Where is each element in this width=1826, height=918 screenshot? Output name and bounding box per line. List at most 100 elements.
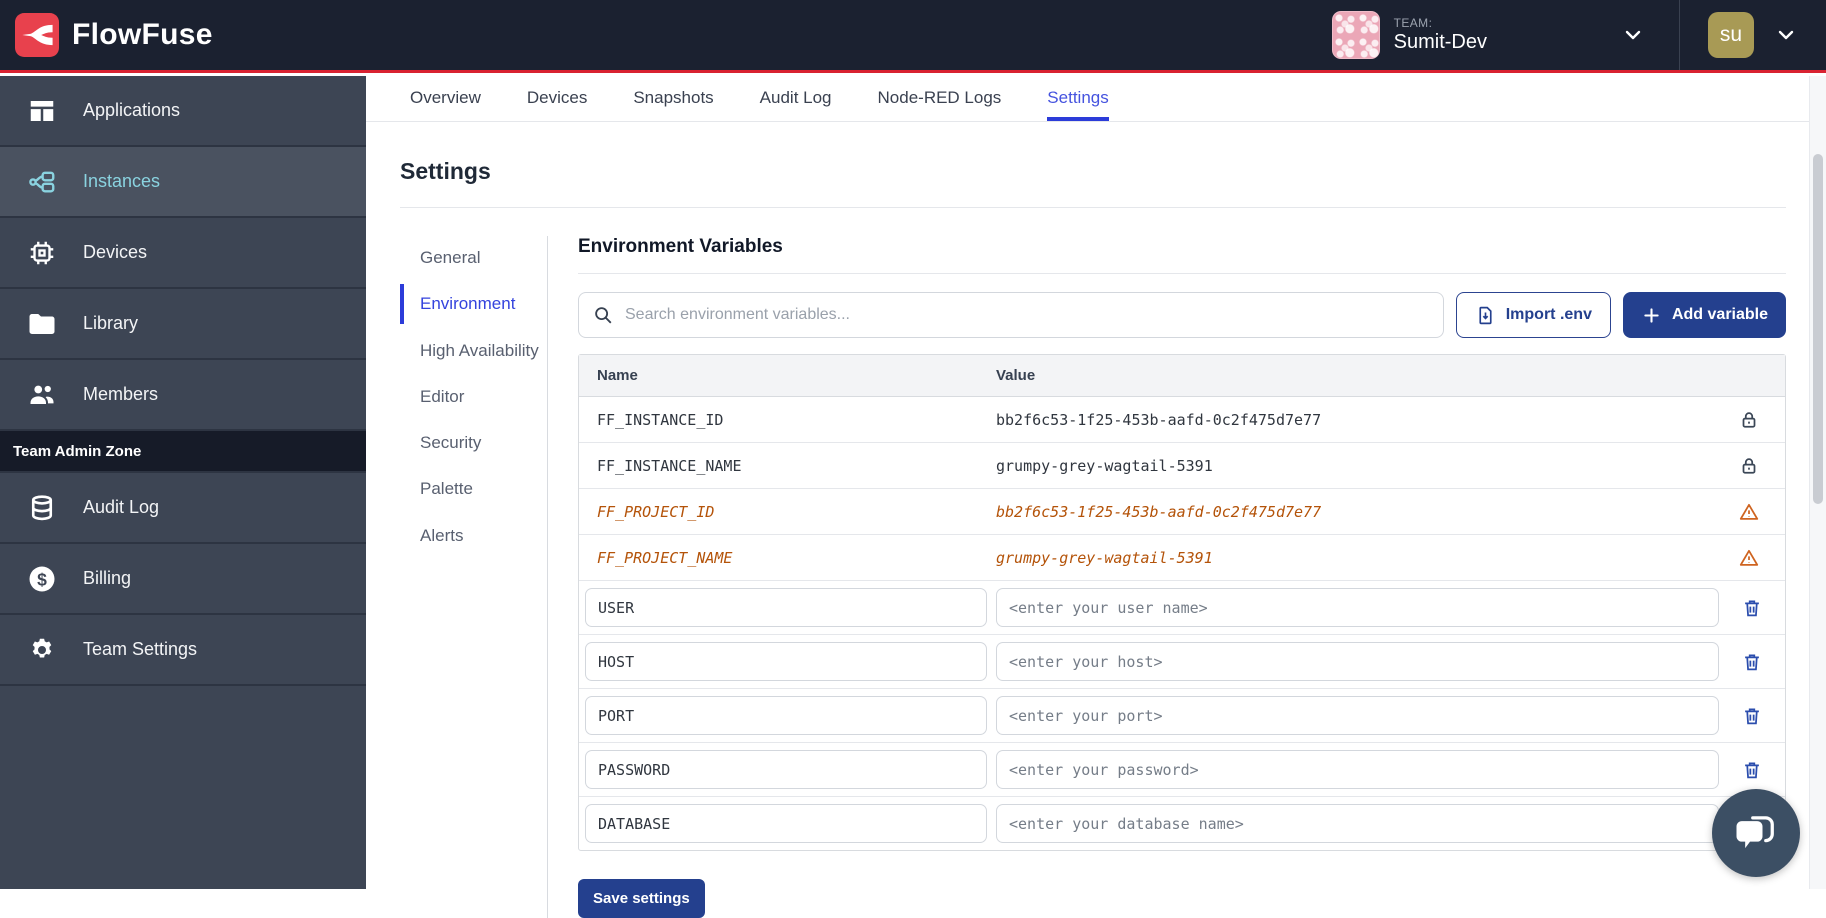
save-settings-button[interactable]: Save settings — [578, 879, 705, 918]
library-icon — [27, 309, 57, 339]
sidebar-item-label: Audit Log — [83, 497, 159, 518]
sidebar-item-devices[interactable]: Devices — [0, 218, 366, 289]
row-status-cell — [1713, 455, 1785, 477]
column-header-name: Name — [579, 367, 996, 384]
row-action-cell — [1719, 759, 1785, 781]
row-action-cell — [1719, 597, 1785, 619]
team-selector[interactable]: TEAM: Sumit-Dev — [1308, 0, 1679, 70]
env-var-row-password — [579, 743, 1785, 797]
env-var-row-ff-instance-id: FF_INSTANCE_IDbb2f6c53-1f25-453b-aafd-0c… — [579, 397, 1785, 443]
add-variable-label: Add variable — [1672, 306, 1768, 324]
column-header-value: Value — [996, 367, 1713, 384]
env-var-row-ff-project-name: FF_PROJECT_NAMEgrumpy-grey-wagtail-5391 — [579, 535, 1785, 581]
warning-icon — [1738, 501, 1760, 523]
main-content: Overview Devices Snapshots Audit Log Node-RE… — [366, 76, 1826, 889]
sidebar-item-instances[interactable]: Instances — [0, 147, 366, 218]
instances-icon — [27, 167, 57, 197]
delete-variable-button[interactable] — [1741, 759, 1763, 781]
team-avatar — [1332, 11, 1380, 59]
env-var-row-host — [579, 635, 1785, 689]
page-scrollbar[interactable] — [1809, 76, 1826, 889]
env-value-input[interactable] — [996, 750, 1719, 789]
plus-icon — [1641, 305, 1662, 326]
user-menu[interactable]: su — [1680, 0, 1826, 70]
search-box — [578, 292, 1444, 338]
settings-nav-alerts[interactable]: Alerts — [400, 516, 547, 555]
warning-icon — [1738, 547, 1760, 569]
settings-nav-security[interactable]: Security — [400, 423, 547, 462]
sidebar-item-applications[interactable]: Applications — [0, 76, 366, 147]
delete-variable-button[interactable] — [1741, 705, 1763, 727]
sidebar-section-team-admin-zone: Team Admin Zone — [0, 431, 366, 473]
instance-tabbar: Overview Devices Snapshots Audit Log Node-RE… — [366, 76, 1826, 122]
env-var-row-ff-instance-name: FF_INSTANCE_NAMEgrumpy-grey-wagtail-5391 — [579, 443, 1785, 489]
tab-overview[interactable]: Overview — [410, 76, 481, 121]
env-name-input[interactable] — [585, 750, 987, 789]
sidebar-item-library[interactable]: Library — [0, 289, 366, 360]
settings-nav-environment[interactable]: Environment — [400, 284, 547, 323]
env-variables-table: Name Value FF_INSTANCE_IDbb2f6c53-1f25-4… — [578, 354, 1786, 851]
env-var-value: bb2f6c53-1f25-453b-aafd-0c2f475d7e77 — [996, 411, 1713, 429]
search-icon — [592, 304, 614, 326]
sidebar-item-billing[interactable]: $ Billing — [0, 544, 366, 615]
user-avatar: su — [1708, 12, 1754, 58]
import-env-label: Import .env — [1506, 306, 1592, 324]
env-var-row-ff-project-id: FF_PROJECT_IDbb2f6c53-1f25-453b-aafd-0c2… — [579, 489, 1785, 535]
env-value-input[interactable] — [996, 804, 1719, 843]
row-status-cell — [1713, 501, 1785, 523]
env-var-name: FF_INSTANCE_NAME — [579, 457, 996, 475]
audit-log-icon — [27, 493, 57, 523]
env-var-name: FF_INSTANCE_ID — [579, 411, 996, 429]
table-header: Name Value — [579, 355, 1785, 397]
sidebar-item-label: Billing — [83, 568, 131, 589]
svg-text:$: $ — [37, 569, 47, 589]
brand-logo[interactable]: FlowFuse — [0, 13, 213, 57]
env-var-name: FF_PROJECT_ID — [579, 503, 996, 521]
env-var-value: bb2f6c53-1f25-453b-aafd-0c2f475d7e77 — [996, 503, 1713, 521]
env-value-input[interactable] — [996, 642, 1719, 681]
env-name-input[interactable] — [585, 642, 987, 681]
env-var-row-port — [579, 689, 1785, 743]
env-var-row-user — [579, 581, 1785, 635]
chat-widget-button[interactable] — [1712, 789, 1800, 877]
env-var-row-database — [579, 797, 1785, 850]
delete-variable-button[interactable] — [1741, 651, 1763, 673]
sidebar: Applications Instances Devices Library Membe… — [0, 76, 366, 889]
team-name: Sumit-Dev — [1394, 30, 1487, 54]
env-name-input[interactable] — [585, 588, 987, 627]
tab-node-red-logs[interactable]: Node-RED Logs — [878, 76, 1002, 121]
tab-snapshots[interactable]: Snapshots — [633, 76, 713, 121]
app-header: FlowFuse TEAM: Sumit-Dev su — [0, 0, 1826, 73]
sidebar-item-members[interactable]: Members — [0, 360, 366, 431]
sidebar-item-audit-log[interactable]: Audit Log — [0, 473, 366, 544]
tab-settings[interactable]: Settings — [1047, 76, 1108, 121]
row-action-cell — [1719, 651, 1785, 673]
team-label: TEAM: — [1394, 16, 1487, 30]
env-name-input[interactable] — [585, 804, 987, 843]
tab-devices[interactable]: Devices — [527, 76, 587, 121]
sidebar-item-label: Library — [83, 313, 138, 334]
env-value-input[interactable] — [996, 588, 1719, 627]
tab-audit-log[interactable]: Audit Log — [760, 76, 832, 121]
settings-nav-palette[interactable]: Palette — [400, 469, 547, 508]
scrollbar-thumb[interactable] — [1813, 154, 1823, 504]
settings-nav-high-availability[interactable]: High Availability — [400, 331, 547, 370]
sidebar-item-label: Members — [83, 384, 158, 405]
page-title: Settings — [400, 158, 1786, 185]
brand-name: FlowFuse — [72, 18, 213, 52]
search-input[interactable] — [625, 306, 1430, 324]
settings-nav-general[interactable]: General — [400, 238, 547, 277]
sidebar-item-team-settings[interactable]: Team Settings — [0, 615, 366, 686]
delete-variable-button[interactable] — [1741, 597, 1763, 619]
env-value-input[interactable] — [996, 696, 1719, 735]
chevron-down-icon — [1621, 23, 1645, 47]
import-env-button[interactable]: Import .env — [1456, 292, 1611, 338]
lock-icon — [1738, 455, 1760, 477]
devices-icon — [27, 238, 57, 268]
env-name-input[interactable] — [585, 696, 987, 735]
settings-nav-editor[interactable]: Editor — [400, 377, 547, 416]
sidebar-item-label: Applications — [83, 100, 180, 121]
env-var-name: FF_PROJECT_NAME — [579, 549, 996, 567]
sidebar-item-label: Instances — [83, 171, 160, 192]
add-variable-button[interactable]: Add variable — [1623, 292, 1786, 338]
